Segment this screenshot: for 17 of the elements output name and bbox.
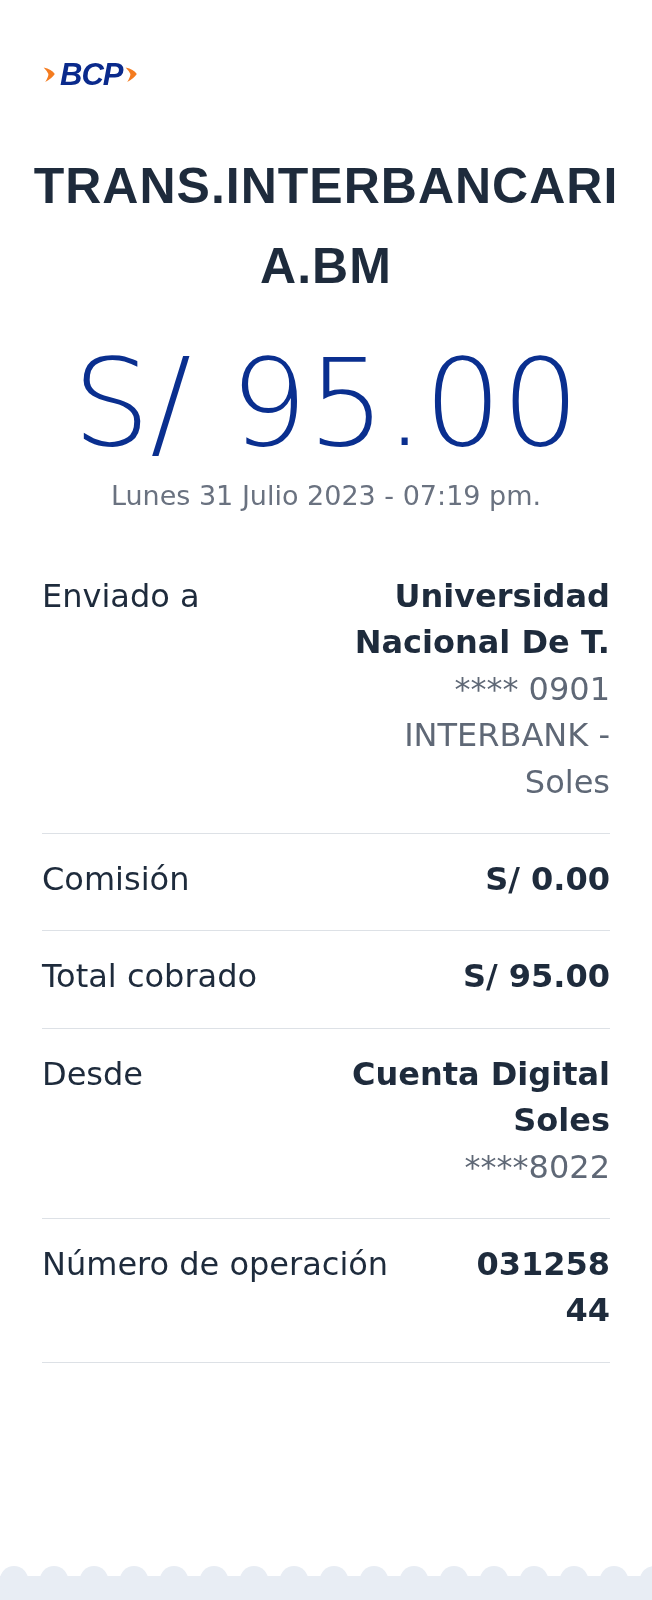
amount: S/ 95.00 xyxy=(71,331,581,476)
detail-label: Enviado a xyxy=(42,576,200,617)
detail-value: S/ 0.00 xyxy=(485,858,610,900)
detail-value: 03125844 xyxy=(475,1243,610,1332)
detail-value: Cuenta Digital Soles xyxy=(350,1053,610,1142)
date-time: Lunes 31 Julio 2023 - 07:19 pm. xyxy=(109,480,543,511)
detail-value: **** 0901 xyxy=(454,668,610,710)
transaction-title: TRANS.INTERBANCARIA.BM xyxy=(32,157,620,296)
detail-value: INTERBANK - Soles xyxy=(403,715,610,803)
detail-label: Comisión xyxy=(42,858,190,900)
detail-label: Total cobrado xyxy=(42,956,258,998)
detail-value: S/ 95.00 xyxy=(462,956,610,998)
detail-value: Universidad Nacional De T. xyxy=(353,576,610,664)
detail-value: ****8022 xyxy=(464,1146,610,1188)
bank-logo: BCP xyxy=(60,58,123,90)
detail-label: Desde xyxy=(42,1053,143,1095)
detail-label: Número de operación xyxy=(42,1243,389,1285)
